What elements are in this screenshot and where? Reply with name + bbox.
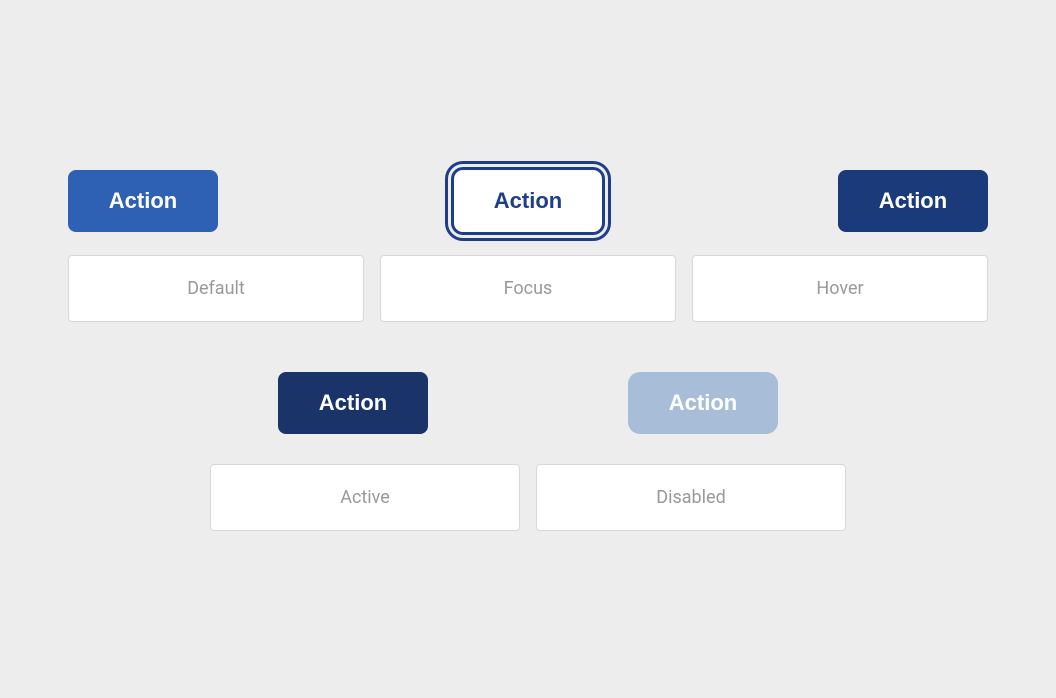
default-label: Default [68,255,364,322]
disabled-label: Disabled [536,464,846,531]
main-container: Action Action Action Default Focus Hover… [28,137,1028,561]
disabled-button: Action [628,372,778,434]
focus-button[interactable]: Action [451,167,605,235]
default-button[interactable]: Action [68,170,218,232]
active-label: Active [210,464,520,531]
focus-label: Focus [380,255,676,322]
hover-label: Hover [692,255,988,322]
label-row-2: Active Disabled [28,454,1028,561]
button-row-2: Action Action [28,352,1028,454]
button-row-1: Action Action Action [28,137,1028,255]
hover-button[interactable]: Action [838,170,988,232]
active-button[interactable]: Action [278,372,428,434]
label-row-1: Default Focus Hover [28,255,1028,352]
